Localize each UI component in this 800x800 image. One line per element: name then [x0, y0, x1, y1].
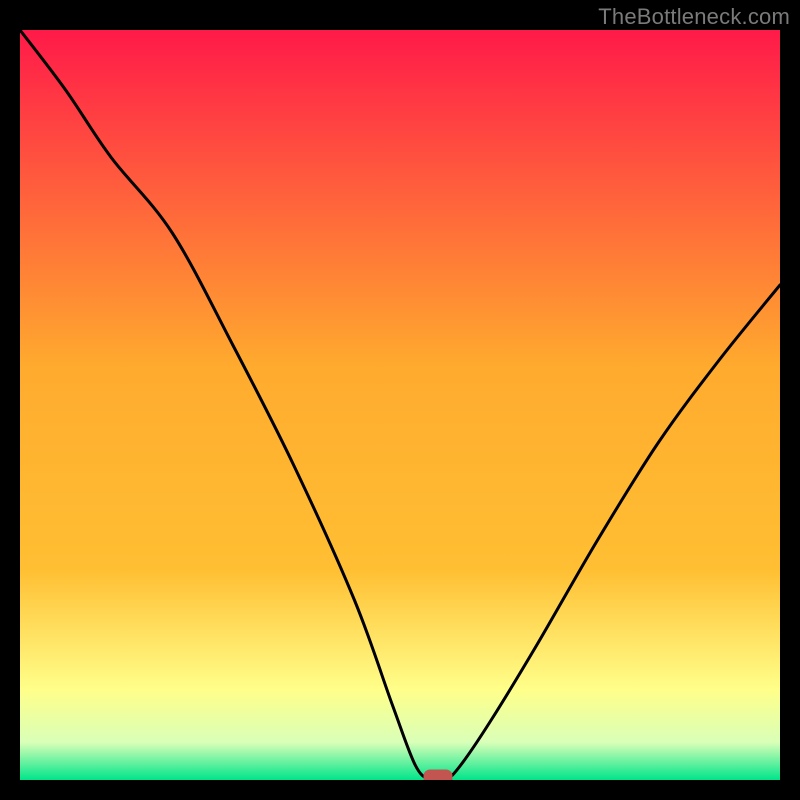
bottleneck-chart — [20, 30, 780, 780]
gradient-background — [20, 30, 780, 780]
optimal-point-marker — [424, 770, 452, 780]
chart-frame: TheBottleneck.com — [0, 0, 800, 800]
watermark-label: TheBottleneck.com — [598, 4, 790, 30]
plot-area — [20, 30, 780, 780]
